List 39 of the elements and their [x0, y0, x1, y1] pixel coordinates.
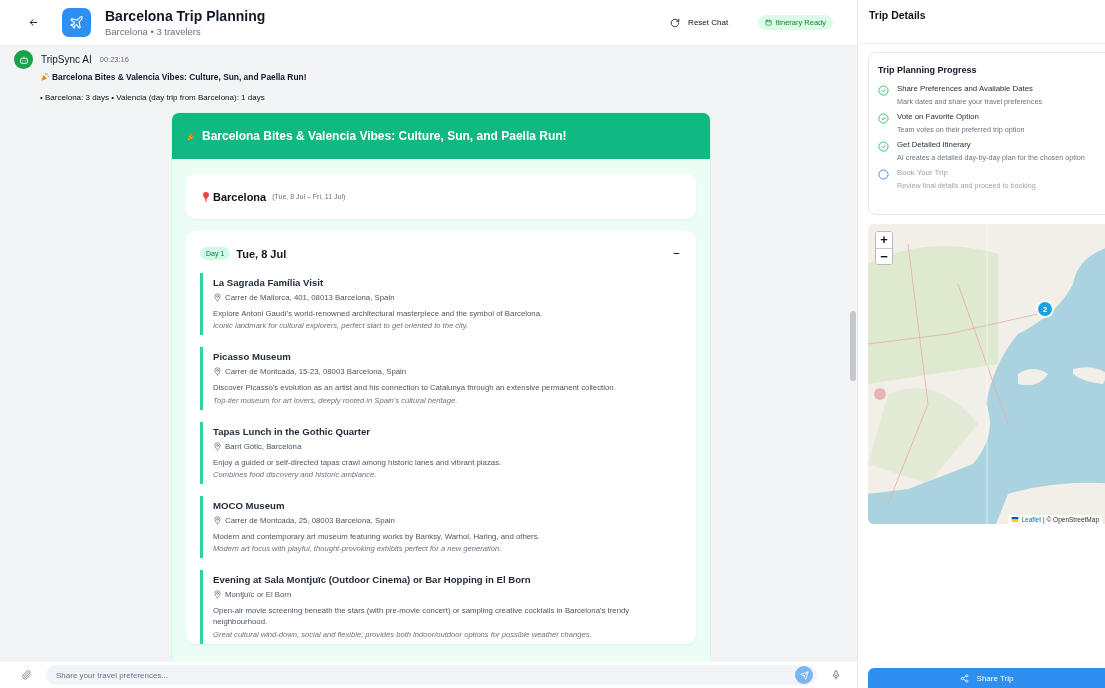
attach-button[interactable]	[22, 670, 32, 680]
zoom-out-button[interactable]: −	[876, 248, 892, 264]
location-pin-icon	[213, 367, 222, 377]
trip-title: Barcelona Trip Planning	[105, 8, 266, 24]
share-icon	[959, 673, 969, 683]
send-icon	[799, 670, 809, 680]
trip-subtitle: Barcelona • 3 travelers	[105, 26, 202, 37]
robot-icon	[18, 54, 29, 65]
back-arrow-icon	[27, 17, 39, 28]
refresh-icon	[670, 17, 681, 28]
message-input[interactable]: Share your travel preferences...	[46, 665, 817, 685]
calendar-icon	[765, 19, 773, 26]
location-pin-icon	[213, 441, 222, 451]
flag-icon	[1011, 517, 1020, 522]
microphone-icon	[831, 670, 841, 680]
activity-title: Tapas Lunch in the Gothic Quarter	[213, 425, 372, 437]
airplane-icon	[69, 15, 84, 30]
sender-name: TripSync AI	[41, 54, 92, 65]
location-pin-icon	[213, 515, 222, 525]
itinerary-title: Barcelona Bites & Valencia Vibes: Culture, Sun, and Paella Run!	[202, 129, 567, 143]
minus-icon	[673, 250, 680, 257]
progress-title: Trip Planning Progress	[878, 65, 978, 75]
location-pin-icon	[213, 590, 222, 600]
message-headline: Barcelona Bites & Valencia Vibes: Culture, Sun, and Paella Run!	[52, 72, 307, 82]
map-pin-icon	[201, 190, 211, 203]
activity-title: Evening at Sala Montjuïc (Outdoor Cinema) or Bar Hopping in El Born	[213, 574, 532, 586]
activity-title: MOCO Museum	[213, 499, 286, 511]
party-popper-icon	[40, 72, 50, 82]
activity-title: Picasso Museum	[213, 351, 292, 363]
day-date: Tue, 8 Jul	[236, 247, 288, 260]
paperclip-icon	[22, 670, 32, 680]
party-popper-icon	[186, 130, 198, 142]
location-pin-icon	[213, 293, 222, 302]
microphone-button[interactable]	[831, 670, 841, 680]
reset-chat-button[interactable]: Reset Chat	[664, 13, 735, 32]
panel-title: Trip Details	[858, 0, 1105, 44]
city-name: Barcelona	[213, 190, 267, 203]
message-summary: • Barcelona: 3 days • Valencia (day trip from Barcelona): 1 days	[40, 93, 266, 102]
activity-title: La Sagrada Família Visit	[213, 277, 325, 288]
